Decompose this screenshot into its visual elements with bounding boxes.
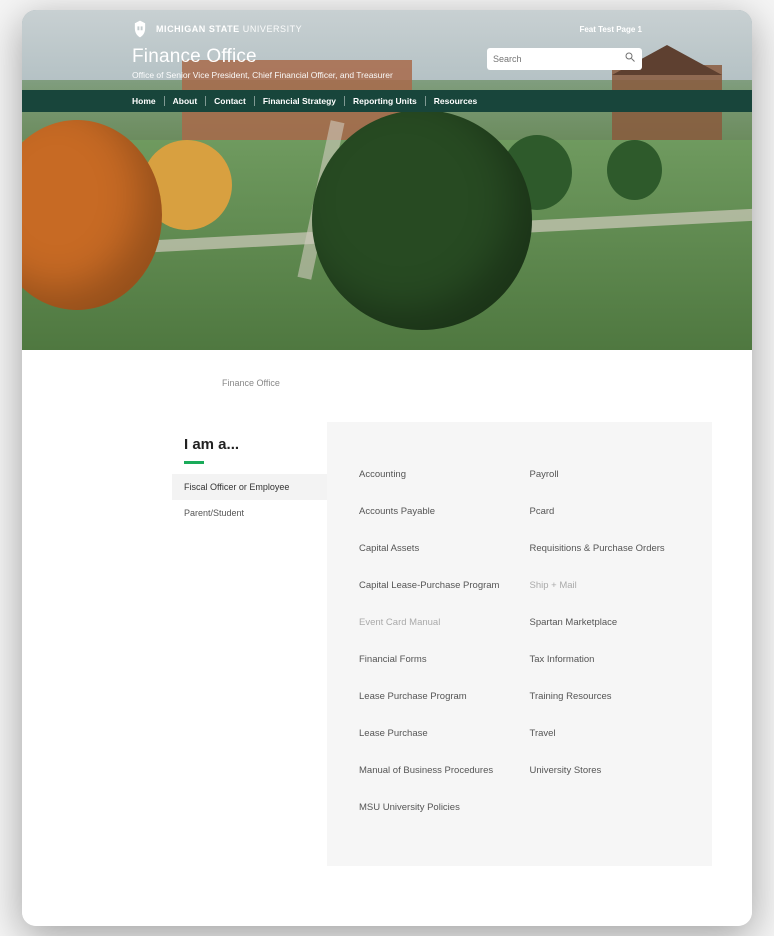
nav-item-about[interactable]: About bbox=[165, 96, 207, 106]
links-col-1: Accounting Accounts Payable Capital Asse… bbox=[359, 456, 510, 826]
site-title[interactable]: Finance Office bbox=[132, 46, 393, 68]
breadcrumb[interactable]: Finance Office bbox=[22, 378, 752, 388]
spartan-helmet-icon bbox=[132, 20, 148, 38]
hero-banner: MICHIGAN STATE UNIVERSITY Feat Test Page… bbox=[22, 10, 752, 350]
sidebar-item-parent-student[interactable]: Parent/Student bbox=[172, 500, 327, 526]
nav-item-contact[interactable]: Contact bbox=[206, 96, 255, 106]
sidebar-title: I am a... bbox=[172, 422, 327, 461]
link-lease-purchase-program[interactable]: Lease Purchase Program bbox=[359, 678, 510, 715]
link-capital-assets[interactable]: Capital Assets bbox=[359, 530, 510, 567]
link-payroll[interactable]: Payroll bbox=[530, 456, 681, 493]
link-event-card-manual[interactable]: Event Card Manual bbox=[359, 604, 510, 641]
link-spartan-marketplace[interactable]: Spartan Marketplace bbox=[530, 604, 681, 641]
page-window: MICHIGAN STATE UNIVERSITY Feat Test Page… bbox=[22, 10, 752, 926]
sidebar: I am a... Fiscal Officer or Employee Par… bbox=[172, 422, 327, 866]
site-subtitle: Office of Senior Vice President, Chief F… bbox=[132, 70, 393, 80]
main-nav: Home About Contact Financial Strategy Re… bbox=[22, 90, 752, 112]
link-msu-university-policies[interactable]: MSU University Policies bbox=[359, 789, 510, 826]
nav-list: Home About Contact Financial Strategy Re… bbox=[132, 96, 642, 106]
link-accounting[interactable]: Accounting bbox=[359, 456, 510, 493]
nav-item-financial-strategy[interactable]: Financial Strategy bbox=[255, 96, 345, 106]
search-box[interactable] bbox=[487, 48, 642, 70]
accent-bar bbox=[184, 461, 204, 464]
link-training-resources[interactable]: Training Resources bbox=[530, 678, 681, 715]
link-ship-mail[interactable]: Ship + Mail bbox=[530, 567, 681, 604]
link-manual-business-procedures[interactable]: Manual of Business Procedures bbox=[359, 752, 510, 789]
university-topbar: MICHIGAN STATE UNIVERSITY Feat Test Page… bbox=[22, 10, 752, 42]
feature-label[interactable]: Feat Test Page 1 bbox=[579, 25, 642, 34]
link-pcard[interactable]: Pcard bbox=[530, 493, 681, 530]
site-title-block: Finance Office Office of Senior Vice Pre… bbox=[132, 46, 393, 80]
nav-item-reporting-units[interactable]: Reporting Units bbox=[345, 96, 426, 106]
link-university-stores[interactable]: University Stores bbox=[530, 752, 681, 789]
content-area: Finance Office I am a... Fiscal Officer … bbox=[22, 350, 752, 926]
links-panel: Accounting Accounts Payable Capital Asse… bbox=[327, 422, 712, 866]
nav-item-resources[interactable]: Resources bbox=[426, 96, 485, 106]
search-input[interactable] bbox=[493, 54, 624, 64]
link-accounts-payable[interactable]: Accounts Payable bbox=[359, 493, 510, 530]
links-col-2: Payroll Pcard Requisitions & Purchase Or… bbox=[530, 456, 681, 826]
link-capital-lease-purchase-program[interactable]: Capital Lease-Purchase Program bbox=[359, 567, 510, 604]
search-icon[interactable] bbox=[624, 50, 636, 68]
link-requisitions-purchase-orders[interactable]: Requisitions & Purchase Orders bbox=[530, 530, 681, 567]
link-lease-purchase[interactable]: Lease Purchase bbox=[359, 715, 510, 752]
link-financial-forms[interactable]: Financial Forms bbox=[359, 641, 510, 678]
nav-item-home[interactable]: Home bbox=[132, 96, 165, 106]
sidebar-item-fiscal-officer[interactable]: Fiscal Officer or Employee bbox=[172, 474, 327, 500]
link-tax-information[interactable]: Tax Information bbox=[530, 641, 681, 678]
university-name[interactable]: MICHIGAN STATE UNIVERSITY bbox=[156, 24, 302, 34]
link-travel[interactable]: Travel bbox=[530, 715, 681, 752]
